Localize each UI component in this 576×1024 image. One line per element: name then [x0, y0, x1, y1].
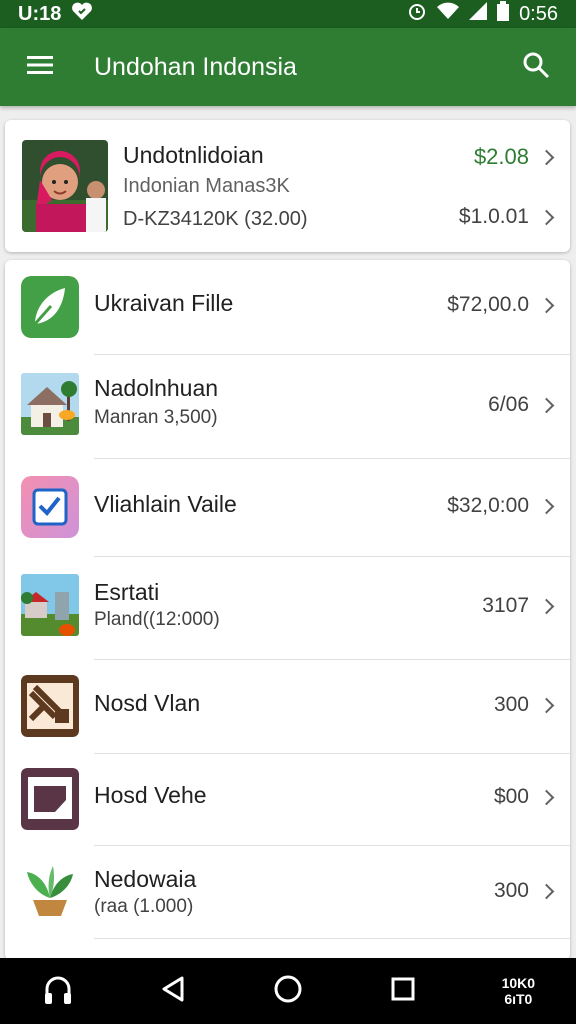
chevron-right-icon	[538, 149, 555, 165]
chevron-right-icon	[538, 789, 555, 805]
list-item-title: Hosd Vehe	[94, 782, 207, 808]
tools-icon	[21, 675, 79, 737]
search-icon	[522, 51, 550, 84]
list-item[interactable]: Nosd Vlan 300	[5, 660, 570, 754]
list-item-price-value: $32,0:00	[447, 494, 529, 517]
list-item-subtitle: Manran 3,500)	[94, 407, 218, 428]
list-item-price: $00	[493, 785, 555, 809]
list-item[interactable]: Ukraivan Fille $72,00.0	[5, 260, 570, 355]
list-item-title: Nadolnhuan	[94, 375, 219, 401]
signal-icon	[469, 2, 488, 26]
list-item-price-value: $00	[493, 785, 529, 808]
nav-extra-text-top: 10K0	[501, 975, 536, 991]
list-item[interactable]: Vliahlain Vaile $32,0:00	[5, 459, 570, 557]
headphones-button[interactable]	[23, 958, 93, 1024]
list-item-price-value: 300	[493, 879, 529, 902]
chevron-right-icon	[538, 697, 555, 713]
list-item-subtitle: Pland((12:000)	[94, 609, 220, 630]
list-item-price: $32,0:00	[447, 494, 555, 518]
list-item-title: Esrtati	[94, 579, 160, 605]
hamburger-menu-icon	[27, 55, 53, 80]
village-icon	[21, 574, 79, 636]
list-item-price-value: 3107	[482, 594, 529, 617]
featured-card[interactable]: Undotnlidoian Indonian Manas3K D-KZ34120…	[5, 120, 570, 252]
headphones-icon	[43, 973, 73, 1010]
leaf-icon	[21, 276, 79, 338]
featured-price-bottom-value: $1.0.01	[458, 205, 529, 228]
navigation-bar: 10K0 6ıT0	[0, 958, 576, 1024]
featured-detail: D-KZ34120K (32.00)	[123, 208, 308, 230]
plant-icon	[21, 860, 79, 922]
list-item-price-value: 6/06	[488, 393, 529, 416]
list-item-price: $72,00.0	[447, 293, 555, 317]
chevron-right-icon	[538, 598, 555, 614]
back-button[interactable]	[138, 958, 208, 1024]
home-button[interactable]	[253, 958, 323, 1024]
status-bar: U:18 0:56	[0, 0, 576, 28]
chevron-right-icon	[538, 498, 555, 514]
menu-button[interactable]	[0, 28, 80, 106]
list-item-price: 3107	[482, 594, 555, 618]
notification-heart-icon	[71, 1, 93, 27]
list-item-price: 6/06	[488, 393, 555, 417]
nav-extra-text-bottom: 6ıT0	[504, 991, 533, 1007]
search-button[interactable]	[496, 28, 576, 106]
list-item[interactable]: Esrtati Pland((12:000) 3107	[5, 557, 570, 660]
list-item-price-value: 300	[493, 693, 529, 716]
app-bar: Undohan Indonsia	[0, 28, 576, 106]
status-bar-left: U:18	[18, 1, 93, 27]
status-time-left: U:18	[18, 2, 62, 25]
featured-title: Undotnlidoian	[123, 142, 264, 168]
battery-icon	[497, 1, 510, 27]
page-title: Undohan Indonsia	[94, 52, 297, 81]
nav-extra-text: 10K0 6ıT0	[502, 975, 535, 1007]
divider	[94, 938, 570, 939]
list-item[interactable]: Nadolnhuan Manran 3,500) 6/06	[5, 355, 570, 459]
featured-subtitle: Indonian Manas3K	[123, 175, 290, 197]
recents-button[interactable]	[368, 958, 438, 1024]
wifi-icon	[437, 2, 460, 26]
back-triangle-icon	[160, 975, 186, 1008]
items-list: Ukraivan Fille $72,00.0 Nadolnhuan Manra…	[5, 260, 570, 960]
featured-price-bottom[interactable]: $1.0.01	[458, 205, 555, 229]
list-item-price-value: $72,00.0	[447, 293, 529, 316]
featured-price-top[interactable]: $2.08	[473, 144, 555, 170]
chevron-right-icon	[538, 397, 555, 413]
list-item-title: Nosd Vlan	[94, 690, 201, 716]
list-item-price: 300	[493, 693, 555, 717]
status-bar-right: 0:56	[407, 1, 558, 27]
list-item[interactable]: Hosd Vehe $00	[5, 754, 570, 846]
house-icon	[21, 373, 79, 435]
monitor-icon	[21, 768, 79, 830]
featured-thumbnail	[22, 140, 108, 232]
chevron-right-icon	[538, 297, 555, 313]
list-item[interactable]: Nedowaia (raa (1.000) 300	[5, 846, 570, 940]
featured-price-top-value: $2.08	[473, 144, 529, 169]
list-item-subtitle: (raa (1.000)	[94, 896, 194, 917]
home-circle-icon	[273, 974, 303, 1009]
recents-square-icon	[391, 977, 415, 1006]
list-item-price: 300	[493, 879, 555, 903]
checkbox-icon	[21, 476, 79, 538]
chevron-right-icon	[538, 883, 555, 899]
list-item-title: Nedowaia	[94, 866, 197, 892]
alarm-icon	[407, 1, 427, 27]
chevron-right-icon	[538, 209, 555, 225]
list-item-title: Ukraivan Fille	[94, 290, 234, 316]
status-time-right: 0:56	[519, 2, 558, 25]
nav-extra[interactable]: 10K0 6ıT0	[483, 958, 553, 1024]
list-item-title: Vliahlain Vaile	[94, 491, 237, 517]
